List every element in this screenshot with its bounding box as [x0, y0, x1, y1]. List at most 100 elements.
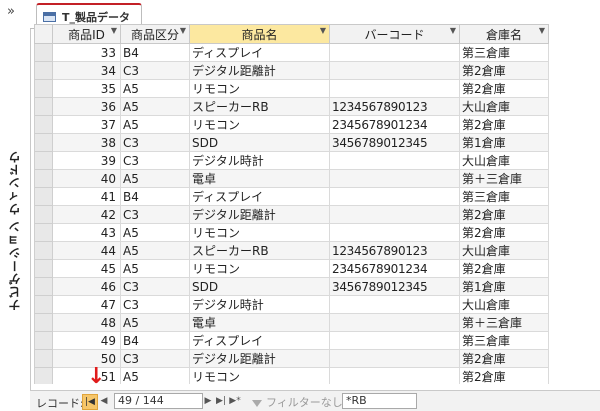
filter-status[interactable]: フィルターなし [252, 394, 343, 410]
record-selector[interactable] [34, 367, 53, 384]
cell-barcode[interactable]: 3456789012345 [329, 133, 460, 152]
dropdown-arrow-icon[interactable]: ▼ [320, 26, 326, 35]
cell-product-name[interactable]: ディスプレイ [189, 331, 330, 350]
table-row[interactable]: 44 A5 スピーカーRB 1234567890123 大山倉庫 [34, 241, 549, 260]
record-selector[interactable] [34, 187, 53, 206]
cell-barcode[interactable]: 1234567890123 [329, 241, 460, 260]
cell-barcode[interactable] [329, 61, 460, 80]
cell-warehouse[interactable]: 第2倉庫 [459, 349, 549, 368]
cell-product-name[interactable]: デジタル距離計 [189, 205, 330, 224]
cell-product-id[interactable]: 38 [52, 133, 121, 152]
table-row[interactable]: 51 A5 リモコン 第2倉庫 [34, 367, 549, 384]
cell-product-name[interactable]: リモコン [189, 223, 330, 242]
table-row[interactable]: 37 A5 リモコン 2345678901234 第2倉庫 [34, 115, 549, 134]
cell-product-name[interactable]: デジタル時計 [189, 151, 330, 170]
cell-warehouse[interactable]: 第1倉庫 [459, 277, 549, 296]
cell-barcode[interactable]: 2345678901234 [329, 115, 460, 134]
cell-barcode[interactable] [329, 223, 460, 242]
cell-barcode[interactable] [329, 295, 460, 314]
cell-product-name[interactable]: デジタル時計 [189, 295, 330, 314]
table-row[interactable]: 48 A5 電卓 第＋三倉庫 [34, 313, 549, 332]
cell-category[interactable]: C3 [120, 61, 190, 80]
cell-product-id[interactable]: 36 [52, 97, 121, 116]
cell-category[interactable]: B4 [120, 187, 190, 206]
cell-category[interactable]: C3 [120, 205, 190, 224]
cell-warehouse[interactable]: 第2倉庫 [459, 61, 549, 80]
cell-barcode[interactable] [329, 187, 460, 206]
record-selector[interactable] [34, 313, 53, 332]
record-selector[interactable] [34, 79, 53, 98]
record-selector[interactable] [34, 169, 53, 188]
record-selector[interactable] [34, 277, 53, 296]
cell-category[interactable]: B4 [120, 331, 190, 350]
cell-barcode[interactable] [329, 43, 460, 62]
table-row[interactable]: 39 C3 デジタル時計 大山倉庫 [34, 151, 549, 170]
cell-barcode[interactable] [329, 205, 460, 224]
cell-warehouse[interactable]: 第三倉庫 [459, 187, 549, 206]
record-selector[interactable] [34, 97, 53, 116]
cell-product-name[interactable]: リモコン [189, 115, 330, 134]
cell-category[interactable]: C3 [120, 349, 190, 368]
cell-category[interactable]: B4 [120, 43, 190, 62]
table-row[interactable]: 46 C3 SDD 3456789012345 第1倉庫 [34, 277, 549, 296]
previous-record-icon[interactable]: ◀ [98, 394, 110, 408]
dropdown-arrow-icon[interactable]: ▼ [180, 26, 186, 35]
cell-warehouse[interactable]: 第＋三倉庫 [459, 169, 549, 188]
cell-category[interactable]: A5 [120, 259, 190, 278]
search-input[interactable]: *RB [342, 393, 417, 409]
expand-nav-icon[interactable]: » [7, 4, 15, 19]
cell-warehouse[interactable]: 第2倉庫 [459, 79, 549, 98]
cell-category[interactable]: A5 [120, 79, 190, 98]
cell-product-id[interactable]: 35 [52, 79, 121, 98]
record-selector[interactable] [34, 205, 53, 224]
cell-barcode[interactable] [329, 313, 460, 332]
cell-product-name[interactable]: デジタル距離計 [189, 61, 330, 80]
cell-barcode[interactable]: 3456789012345 [329, 277, 460, 296]
cell-product-name[interactable]: スピーカーRB [189, 97, 330, 116]
last-record-icon[interactable]: ▶| [214, 394, 228, 408]
column-header-barcode[interactable]: バーコード ▼ [329, 24, 460, 44]
cell-warehouse[interactable]: 第三倉庫 [459, 43, 549, 62]
cell-category[interactable]: C3 [120, 151, 190, 170]
cell-category[interactable]: C3 [120, 277, 190, 296]
cell-warehouse[interactable]: 第2倉庫 [459, 259, 549, 278]
cell-product-id[interactable]: 45 [52, 259, 121, 278]
cell-warehouse[interactable]: 大山倉庫 [459, 151, 549, 170]
table-row[interactable]: 38 C3 SDD 3456789012345 第1倉庫 [34, 133, 549, 152]
cell-product-id[interactable]: 46 [52, 277, 121, 296]
record-selector[interactable] [34, 259, 53, 278]
record-selector[interactable] [34, 151, 53, 170]
cell-warehouse[interactable]: 第1倉庫 [459, 133, 549, 152]
table-row[interactable]: 43 A5 リモコン 第2倉庫 [34, 223, 549, 242]
cell-barcode[interactable]: 1234567890123 [329, 97, 460, 116]
cell-product-id[interactable]: 42 [52, 205, 121, 224]
cell-category[interactable]: C3 [120, 133, 190, 152]
record-selector[interactable] [34, 331, 53, 350]
cell-category[interactable]: A5 [120, 169, 190, 188]
cell-product-id[interactable]: 43 [52, 223, 121, 242]
new-record-icon[interactable]: ▶* [228, 394, 242, 408]
cell-product-name[interactable]: ディスプレイ [189, 43, 330, 62]
cell-barcode[interactable] [329, 367, 460, 384]
cell-warehouse[interactable]: 第2倉庫 [459, 367, 549, 384]
table-row[interactable]: 34 C3 デジタル距離計 第2倉庫 [34, 61, 549, 80]
cell-product-name[interactable]: デジタル距離計 [189, 349, 330, 368]
column-header-warehouse[interactable]: 倉庫名 ▼ [459, 24, 549, 44]
cell-product-name[interactable]: SDD [189, 277, 330, 296]
navigation-pane-label[interactable]: ナビゲーション ウィンドウ [6, 150, 23, 311]
cell-product-id[interactable]: 44 [52, 241, 121, 260]
cell-barcode[interactable] [329, 349, 460, 368]
table-row[interactable]: 50 C3 デジタル距離計 第2倉庫 [34, 349, 549, 368]
cell-product-id[interactable]: 34 [52, 61, 121, 80]
cell-category[interactable]: A5 [120, 241, 190, 260]
cell-product-name[interactable]: リモコン [189, 79, 330, 98]
dropdown-arrow-icon[interactable]: ▼ [539, 26, 545, 35]
cell-category[interactable]: A5 [120, 313, 190, 332]
record-selector[interactable] [34, 43, 53, 62]
cell-category[interactable]: A5 [120, 115, 190, 134]
cell-product-name[interactable]: リモコン [189, 367, 330, 384]
cell-warehouse[interactable]: 大山倉庫 [459, 295, 549, 314]
cell-category[interactable]: C3 [120, 295, 190, 314]
cell-product-name[interactable]: スピーカーRB [189, 241, 330, 260]
cell-product-id[interactable]: 37 [52, 115, 121, 134]
